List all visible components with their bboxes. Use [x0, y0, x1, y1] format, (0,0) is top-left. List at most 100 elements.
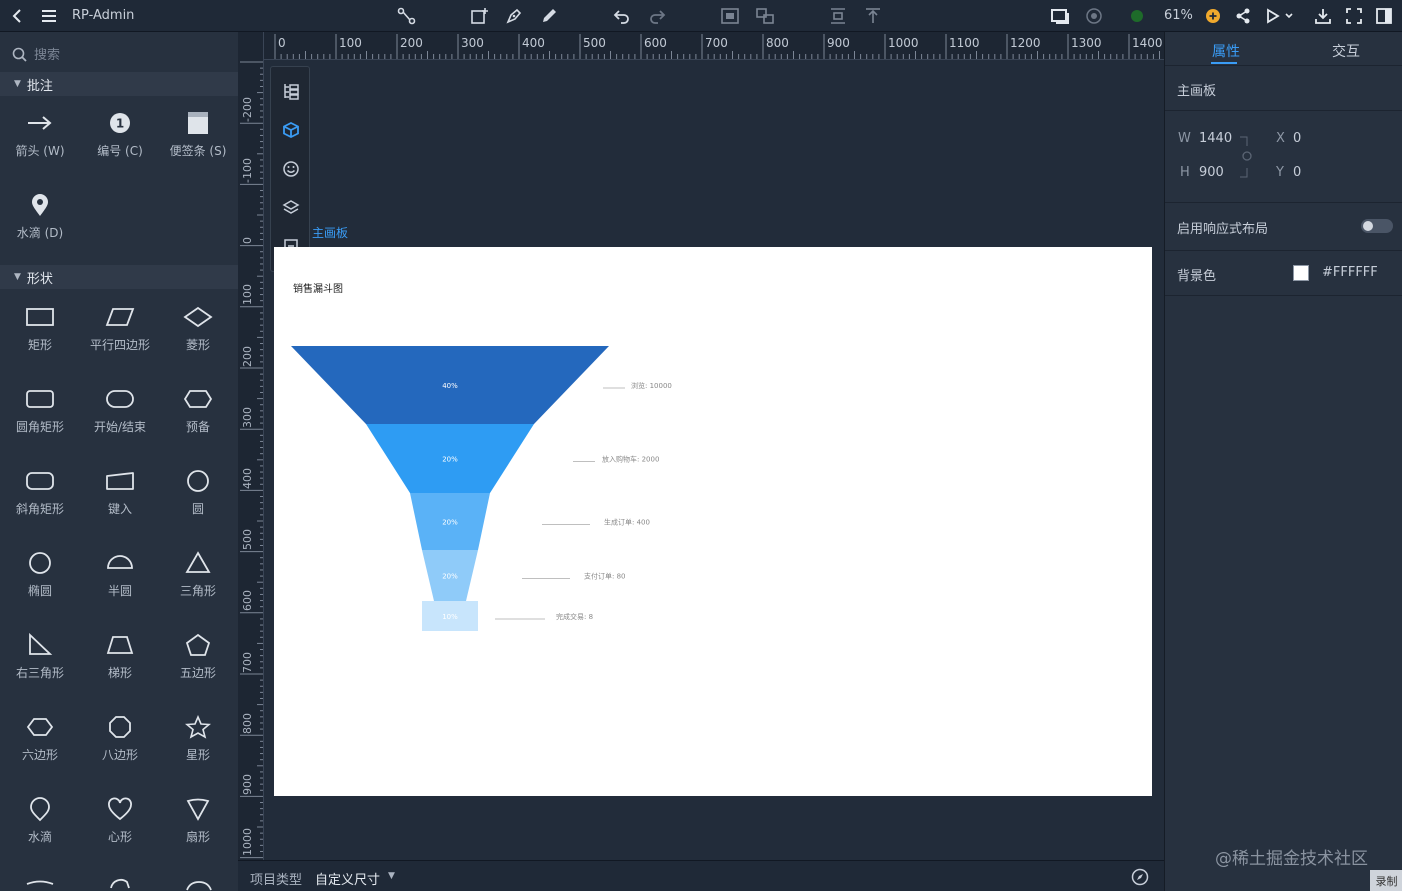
ruler-label: 700	[241, 652, 254, 673]
layers-icon[interactable]	[281, 198, 301, 218]
horizontal-ruler: 0 100 200 300 400 500 600 700 800 900 10…	[264, 32, 1164, 60]
tool-drop[interactable]: 水滴	[0, 786, 80, 856]
play-icon[interactable]	[1264, 7, 1294, 25]
redo-icon[interactable]	[648, 7, 666, 25]
compass-icon[interactable]	[1131, 868, 1149, 889]
tool-parallelogram[interactable]: 平行四边形	[80, 294, 160, 364]
tool-label: 圆	[191, 502, 204, 516]
octagon-icon	[107, 712, 133, 742]
lock-ratio-icon[interactable]	[1239, 136, 1253, 181]
tool-sticky-note[interactable]: 便签条 (S)	[158, 100, 238, 170]
pencil-icon[interactable]	[540, 7, 558, 25]
design-canvas[interactable]: 主画板 销售漏斗图 40% 浏览: 10000 20% 放入购物车: 2000 20% 生…	[264, 60, 1164, 860]
ruler-label: 800	[766, 36, 789, 50]
distribute-vertical-icon[interactable]	[829, 7, 847, 25]
search-input[interactable]	[34, 46, 224, 64]
drop-icon	[28, 794, 52, 824]
ruler-label: -100	[241, 158, 254, 183]
fullscreen-icon[interactable]	[1345, 7, 1363, 25]
zoom-in-icon[interactable]	[1205, 7, 1221, 25]
group-icon[interactable]	[720, 7, 740, 25]
tool-number[interactable]: 1 编号 (C)	[80, 100, 160, 170]
x-field[interactable]: 0	[1293, 131, 1301, 146]
tool-hexagon[interactable]: 六边形	[0, 704, 80, 774]
share-icon[interactable]	[1234, 7, 1252, 25]
input-icon	[105, 466, 135, 496]
ruler-label: 900	[827, 36, 850, 50]
section-header-annotations[interactable]: ▼ 批注	[0, 72, 238, 96]
tool-heart[interactable]: 心形	[80, 786, 160, 856]
search-bar	[0, 40, 238, 70]
pen-tool-icon[interactable]	[505, 7, 523, 25]
tool-bevel-rectangle[interactable]: 斜角矩形	[0, 458, 80, 528]
outline-tree-icon[interactable]	[281, 81, 301, 101]
svg-text:1: 1	[116, 117, 124, 131]
tool-star[interactable]: 星形	[158, 704, 238, 774]
y-field[interactable]: 0	[1293, 165, 1301, 180]
tool-triangle[interactable]: 三角形	[158, 540, 238, 610]
zoom-level[interactable]: 61%	[1164, 8, 1193, 23]
fan-icon	[185, 794, 211, 824]
menu-icon[interactable]	[40, 7, 58, 25]
tool-terminator[interactable]: 开始/结束	[80, 376, 160, 446]
chevron-down-icon: ▼	[14, 79, 21, 89]
artboard-label[interactable]: 主画板	[312, 224, 348, 241]
project-type-select[interactable]: 自定义尺寸	[315, 869, 380, 888]
bevel-rectangle-icon	[25, 466, 55, 496]
tool-ellipse[interactable]: 椭圆	[0, 540, 80, 610]
hexagon-icon	[26, 712, 54, 742]
tool-pentagon[interactable]: 五边形	[158, 622, 238, 692]
artboard[interactable]: 销售漏斗图 40% 浏览: 10000 20% 放入购物车: 2000 20% 生成订单:…	[274, 247, 1152, 796]
terminator-icon	[105, 384, 135, 414]
funnel-chart[interactable]: 40% 浏览: 10000 20% 放入购物车: 2000 20% 生成订单: 400 20…	[274, 247, 1152, 796]
download-icon[interactable]	[1314, 7, 1332, 25]
tool-octagon[interactable]: 八边形	[80, 704, 160, 774]
chevron-down-icon[interactable]: ▼	[388, 871, 395, 881]
add-frame-icon[interactable]	[470, 7, 490, 25]
tool-fan[interactable]: 扇形	[158, 786, 238, 856]
tab-properties[interactable]: 属性	[1212, 41, 1240, 61]
tool-diamond[interactable]: 菱形	[158, 294, 238, 364]
connector-icon[interactable]	[397, 7, 417, 25]
section-header-shapes[interactable]: ▼ 形状	[0, 265, 238, 289]
background-color-value[interactable]: #FFFFFF	[1322, 265, 1378, 280]
tool-label: 箭头 (W)	[15, 144, 65, 158]
ruler-label: 600	[644, 36, 667, 50]
tool-semicircle[interactable]: 半圆	[80, 540, 160, 610]
tool-location-pin[interactable]: 水滴 (D)	[0, 182, 80, 252]
width-field[interactable]: 1440	[1199, 131, 1232, 146]
tool-circle[interactable]: 圆	[158, 458, 238, 528]
tool-trapezoid[interactable]: 梯形	[80, 622, 160, 692]
tool-right-triangle[interactable]: 右三角形	[0, 622, 80, 692]
height-field[interactable]: 900	[1199, 165, 1224, 180]
responsive-layout-label: 启用响应式布局	[1177, 222, 1269, 237]
tool-input[interactable]: 键入	[80, 458, 160, 528]
background-color-swatch[interactable]	[1293, 265, 1309, 281]
ruler-label: 1300	[1071, 36, 1102, 50]
more-shape-icon[interactable]	[25, 880, 55, 891]
undo-icon[interactable]	[613, 7, 631, 25]
location-pin-icon	[30, 190, 50, 220]
record-badge[interactable]: 录制	[1370, 870, 1402, 891]
more-shape-icon[interactable]	[107, 878, 133, 891]
tool-preparation[interactable]: 预备	[158, 376, 238, 446]
target-icon[interactable]	[1085, 7, 1103, 25]
more-shape-icon[interactable]	[184, 880, 214, 891]
ungroup-icon[interactable]	[755, 7, 775, 25]
ruler-label: 0	[241, 237, 254, 244]
tool-rectangle[interactable]: 矩形	[0, 294, 80, 364]
x-label: X	[1276, 131, 1285, 146]
panel-toggle-icon[interactable]	[1375, 7, 1393, 25]
distribute-horizontal-icon[interactable]	[864, 7, 882, 25]
tool-rounded-rectangle[interactable]: 圆角矩形	[0, 376, 80, 446]
back-chevron-icon[interactable]	[10, 7, 26, 25]
ruler-label: 900	[241, 774, 254, 795]
preparation-icon	[183, 384, 213, 414]
properties-panel: 属性 交互 主画板 W 1440 H 900 X 0 Y 0 启用响应式布局 背…	[1164, 32, 1402, 891]
tool-arrow[interactable]: 箭头 (W)	[0, 100, 80, 170]
responsive-layout-toggle[interactable]	[1361, 219, 1393, 233]
tab-interaction[interactable]: 交互	[1332, 41, 1360, 61]
preview-screen-icon[interactable]	[1050, 7, 1070, 25]
component-cube-icon[interactable]	[281, 120, 301, 140]
emoji-icon[interactable]	[281, 159, 301, 179]
